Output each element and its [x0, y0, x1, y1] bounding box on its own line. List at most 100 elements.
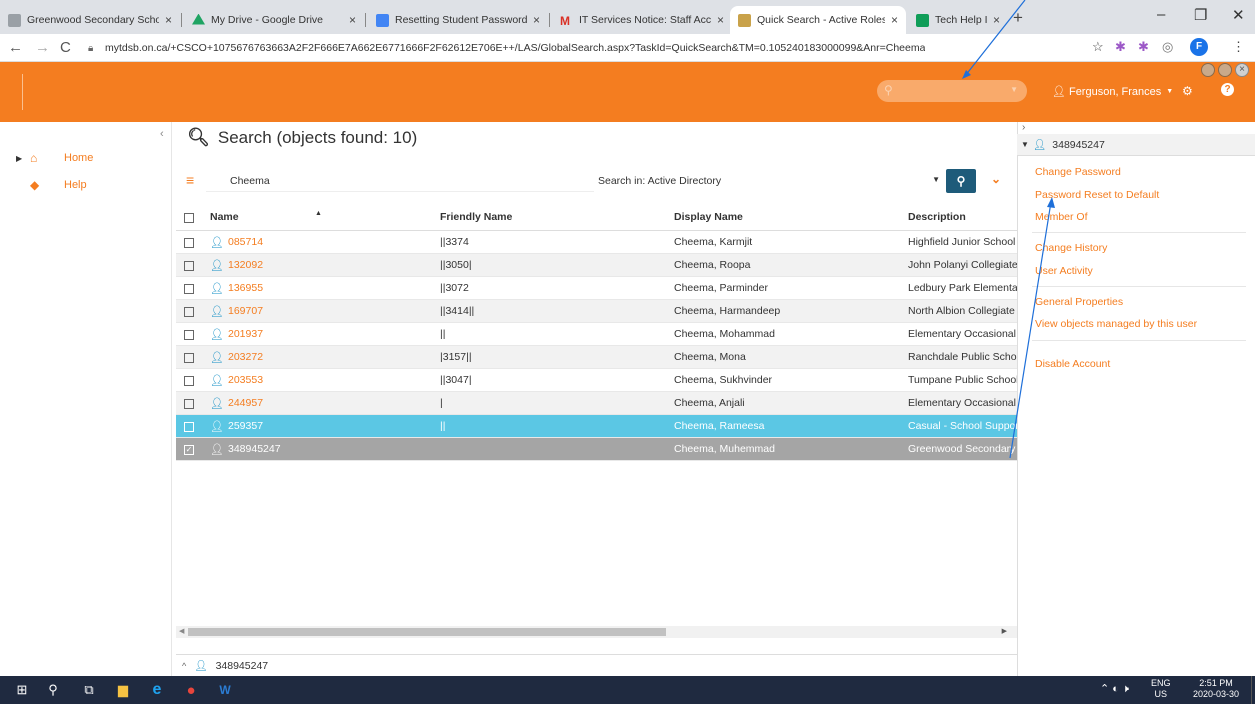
- header-search-input[interactable]: ⚲ ▼: [877, 80, 1027, 102]
- extension-icon[interactable]: ✱: [1138, 39, 1149, 55]
- table-row[interactable]: 👤︎ 201937 || Cheema, Mohammad Elementary Occ…: [176, 323, 1017, 346]
- home-tray-icon[interactable]: [1218, 63, 1232, 77]
- action-view-managed-objects[interactable]: View objects managed by this user: [1035, 318, 1197, 330]
- extension-circle-icon[interactable]: ◎: [1162, 39, 1173, 55]
- row-checkbox[interactable]: [184, 399, 194, 409]
- close-icon[interactable]: ×: [533, 13, 540, 27]
- cell-name[interactable]: 👤︎ 201937: [210, 328, 410, 341]
- scrollbar-thumb[interactable]: [188, 628, 666, 636]
- browser-tab-6[interactable]: Tech Help Index - Google Shee ×: [908, 6, 1008, 34]
- expand-options-icon[interactable]: ⌄: [991, 172, 1001, 186]
- action-disable-account[interactable]: Disable Account: [1035, 358, 1110, 370]
- file-explorer-icon[interactable]: ▆: [106, 676, 140, 704]
- forward-icon[interactable]: →: [35, 39, 50, 56]
- row-checkbox[interactable]: [184, 261, 194, 271]
- search-input[interactable]: Cheema: [206, 170, 594, 192]
- horizontal-scrollbar[interactable]: ◀ ▶: [176, 626, 1017, 638]
- browser-tab-4[interactable]: M IT Services Notice: Staff Access ×: [552, 6, 732, 34]
- action-change-password[interactable]: Change Password: [1035, 166, 1121, 178]
- action-general-properties[interactable]: General Properties: [1035, 296, 1123, 308]
- cell-name[interactable]: 👤︎ 348945247: [210, 443, 410, 456]
- browser-tab-3[interactable]: Resetting Student Passwords O ×: [368, 6, 548, 34]
- close-icon[interactable]: ×: [349, 13, 356, 27]
- action-password-reset-default[interactable]: Password Reset to Default: [1035, 189, 1159, 201]
- column-header-name[interactable]: Name: [210, 211, 410, 223]
- object-link[interactable]: 348945247: [228, 443, 281, 455]
- object-link[interactable]: 201937: [228, 328, 263, 340]
- table-row[interactable]: 👤︎ 132092 ||3050| Cheema, Roopa John Polanyi…: [176, 254, 1017, 277]
- reload-icon[interactable]: C: [60, 39, 71, 56]
- column-header-friendly-name[interactable]: Friendly Name: [440, 211, 660, 223]
- close-circle-icon[interactable]: ×: [1235, 63, 1249, 77]
- object-link[interactable]: 169707: [228, 305, 263, 317]
- action-change-history[interactable]: Change History: [1035, 242, 1107, 254]
- browser-tab-2[interactable]: My Drive - Google Drive ×: [184, 6, 364, 34]
- close-window-icon[interactable]: ✕: [1232, 6, 1245, 24]
- action-member-of[interactable]: Member Of: [1035, 211, 1088, 223]
- nav-item-home[interactable]: ▶ ⌂ Home: [16, 151, 93, 165]
- actions-pane-header[interactable]: ▼ 👤︎ 348945247: [1017, 134, 1255, 156]
- browser-tab-5[interactable]: Quick Search - Active Roles We ×: [730, 6, 906, 34]
- edge-icon[interactable]: e: [140, 676, 174, 704]
- close-icon[interactable]: ×: [891, 13, 898, 27]
- cell-name[interactable]: 👤︎ 085714: [210, 236, 410, 249]
- table-row[interactable]: 👤︎ 169707 ||3414|| Cheema, Harmandeep North …: [176, 300, 1017, 323]
- gear-icon[interactable]: ⚙: [1182, 84, 1193, 98]
- cell-name[interactable]: 👤︎ 169707: [210, 305, 410, 318]
- word-icon[interactable]: W: [208, 676, 242, 704]
- row-checkbox[interactable]: [184, 422, 194, 432]
- chevron-up-icon[interactable]: ^: [182, 661, 186, 671]
- cell-name[interactable]: 👤︎ 244957: [210, 397, 410, 410]
- row-checkbox[interactable]: [184, 353, 194, 363]
- close-icon[interactable]: ×: [717, 13, 724, 27]
- browser-tab-1[interactable]: Greenwood Secondary School ×: [0, 6, 180, 34]
- extension-icon[interactable]: ✱: [1115, 39, 1126, 55]
- address-bar[interactable]: 🔒︎ mytdsb.on.ca/+CSCO+1075676763663A2F2F…: [88, 37, 1148, 59]
- select-all-checkbox[interactable]: [184, 213, 194, 223]
- user-menu-button[interactable]: 👤︎ Ferguson, Frances ▼: [1052, 85, 1173, 99]
- object-link[interactable]: 136955: [228, 282, 263, 294]
- table-row[interactable]: 👤︎ 203553 ||3047| Cheema, Sukhvinder Tumpane…: [176, 369, 1017, 392]
- table-row[interactable]: 👤︎ 203272 |3157|| Cheema, Mona Ranchdale Pub…: [176, 346, 1017, 369]
- search-in-select[interactable]: Search in: Active Directory ▼: [598, 170, 940, 192]
- object-link[interactable]: 132092: [228, 259, 263, 271]
- tray-icon[interactable]: [1201, 63, 1215, 77]
- maximize-icon[interactable]: ❐: [1194, 6, 1207, 24]
- table-row[interactable]: ✓ 👤︎ 348945247 Cheema, Muhemmad Greenwood Se…: [176, 438, 1017, 461]
- row-checkbox[interactable]: [184, 284, 194, 294]
- row-checkbox[interactable]: [184, 376, 194, 386]
- row-checkbox[interactable]: [184, 307, 194, 317]
- object-link[interactable]: 203553: [228, 374, 263, 386]
- profile-avatar[interactable]: F: [1190, 38, 1208, 56]
- language-indicator[interactable]: ENG US: [1151, 678, 1171, 700]
- chrome-icon[interactable]: ●: [174, 676, 208, 704]
- cell-name[interactable]: 👤︎ 203272: [210, 351, 410, 364]
- row-checkbox[interactable]: ✓: [184, 445, 194, 455]
- table-row[interactable]: 👤︎ 136955 ||3072 Cheema, Parminder Ledbury P…: [176, 277, 1017, 300]
- column-header-display-name[interactable]: Display Name: [674, 211, 894, 223]
- nav-item-help[interactable]: ◆ Help: [18, 178, 87, 192]
- windows-start-icon[interactable]: ⊞: [8, 676, 36, 704]
- table-row[interactable]: 👤︎ 259357 || Cheema, Rameesa Casual - School…: [176, 415, 1017, 438]
- object-link[interactable]: 203272: [228, 351, 263, 363]
- cell-name[interactable]: 👤︎ 203553: [210, 374, 410, 387]
- row-checkbox[interactable]: [184, 238, 194, 248]
- taskbar-clock[interactable]: 2:51 PM 2020-03-30: [1193, 678, 1239, 700]
- system-tray-icons[interactable]: ⌃ ◐ 🕨: [1100, 682, 1129, 696]
- show-desktop-button[interactable]: [1251, 676, 1255, 704]
- minimize-icon[interactable]: –: [1157, 6, 1165, 23]
- scroll-left-icon[interactable]: ◀: [179, 627, 184, 635]
- menu-kebab-icon[interactable]: ⋮: [1232, 39, 1245, 55]
- cell-name[interactable]: 👤︎ 132092: [210, 259, 410, 272]
- action-user-activity[interactable]: User Activity: [1035, 265, 1093, 277]
- hamburger-menu-icon[interactable]: ≡: [186, 172, 194, 188]
- detail-bar[interactable]: ^ 👤︎ 348945247: [176, 654, 1017, 676]
- back-icon[interactable]: ←: [8, 39, 23, 56]
- object-link[interactable]: 259357: [228, 420, 263, 432]
- column-header-description[interactable]: Description: [908, 211, 1017, 223]
- table-row[interactable]: 👤︎ 244957 | Cheema, Anjali Elementary Occasi…: [176, 392, 1017, 415]
- task-view-icon[interactable]: ⧉: [72, 676, 106, 704]
- search-button[interactable]: ⚲: [946, 169, 976, 193]
- new-tab-button[interactable]: +: [1013, 8, 1023, 28]
- scroll-right-icon[interactable]: ▶: [1002, 627, 1007, 635]
